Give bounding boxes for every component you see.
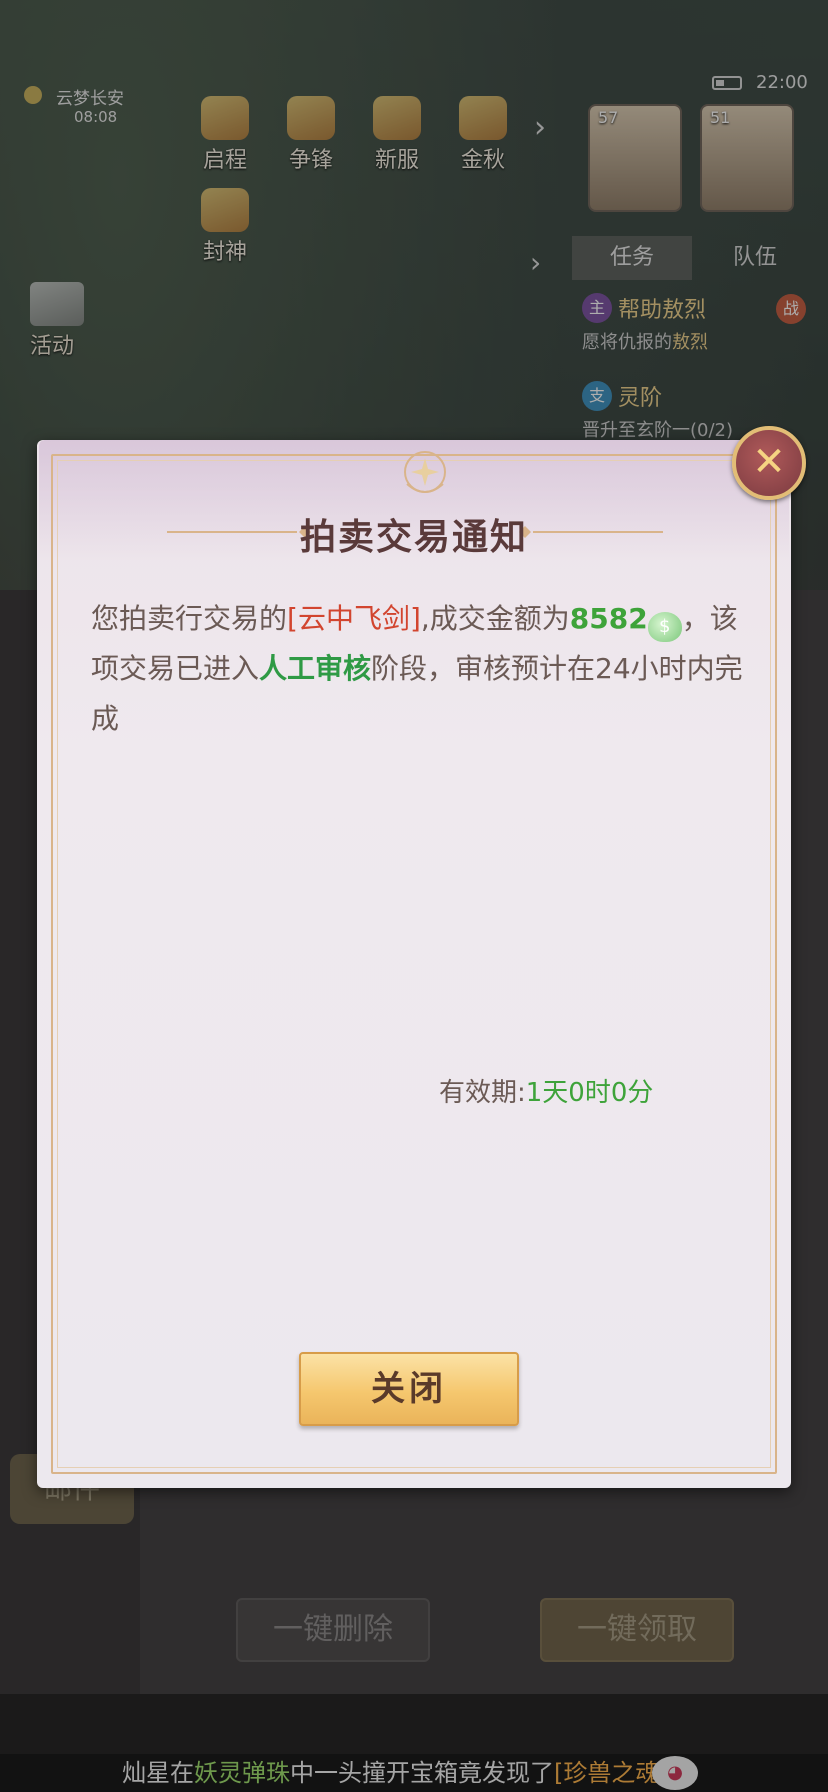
item-name[interactable]: [云中飞剑] (287, 602, 421, 635)
review-stage: 人工审核 (259, 652, 372, 685)
validity-period: 有效期:1天0时0分 (439, 1078, 654, 1108)
close-icon[interactable]: ✕ (732, 426, 806, 500)
dialog-title: 拍卖交易通知 (299, 517, 528, 558)
jade-coin-icon: $ (647, 612, 682, 642)
deal-amount: 8582 (569, 602, 648, 635)
dialog-message: 您拍卖行交易的[云中飞剑],成交金额为8582 $ ，该项交易已进入人工审核阶段，审… (91, 602, 743, 735)
moon-star-crest-icon (404, 451, 446, 493)
close-button[interactable]: 关闭 (299, 1352, 519, 1426)
auction-notice-dialog: 拍卖交易通知 您拍卖行交易的[云中飞剑],成交金额为8582 $ ，该项交易已进入人… (37, 440, 791, 1488)
